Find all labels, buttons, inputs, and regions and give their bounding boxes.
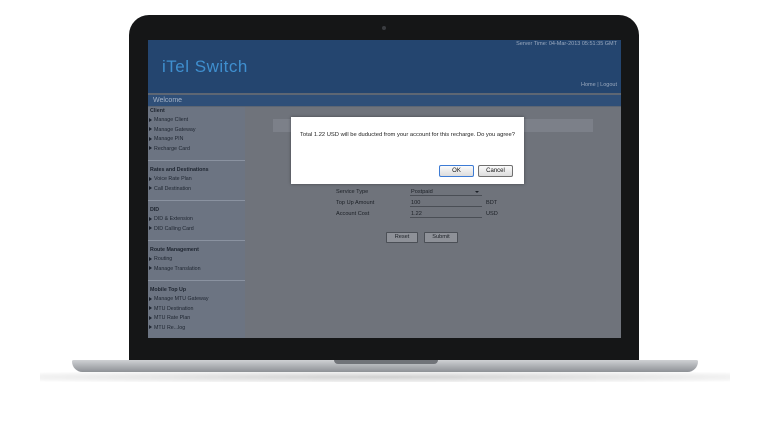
screen: Server Time: 04-Mar-2013 05:51:35 GMT iT… (148, 40, 621, 338)
top-up-amount-input[interactable]: 100 (410, 199, 482, 207)
sidebar-item-mtu-recharge-log[interactable]: MTU Re...log (148, 324, 245, 334)
arrow-right-icon (149, 296, 152, 301)
arrow-right-icon (149, 146, 152, 151)
laptop-notch (334, 360, 438, 364)
sidebar-divider (148, 240, 245, 241)
sidebar-section-rates: Rates and Destinations (150, 167, 209, 173)
app-header: Server Time: 04-Mar-2013 05:51:35 GMT iT… (148, 40, 621, 93)
account-cost-unit: USD (486, 211, 498, 217)
submit-button[interactable]: Submit (424, 232, 458, 243)
camera-icon (382, 26, 386, 30)
arrow-right-icon (149, 315, 152, 320)
sidebar-divider (148, 160, 245, 161)
top-up-amount-unit: BDT (486, 200, 498, 206)
sidebar-item-did-extension[interactable]: DID & Extension (148, 215, 245, 225)
arrow-right-icon (149, 127, 152, 132)
sidebar-section-mobile-top-up: Mobile Top Up (150, 287, 187, 293)
arrow-right-icon (149, 216, 152, 221)
welcome-bar: Welcome (148, 95, 621, 106)
sidebar-item-call-destination[interactable]: Call Destination (148, 185, 245, 195)
service-type-label: Service Type (336, 189, 369, 195)
arrow-right-icon (149, 325, 152, 330)
sidebar-divider (148, 200, 245, 201)
logout-link[interactable]: Logout (600, 82, 617, 88)
reset-button[interactable]: Reset (386, 232, 418, 243)
top-links: Home | Logout (581, 82, 617, 88)
arrow-right-icon (149, 176, 152, 181)
service-type-select[interactable]: Postpaid (410, 188, 482, 196)
sidebar-item-recharge-card[interactable]: Recharge Card (148, 145, 245, 155)
sidebar-item-mtu-rate-plan[interactable]: MTU Rate Plan (148, 314, 245, 324)
top-up-amount-label: Top Up Amount (336, 200, 375, 206)
home-link[interactable]: Home (581, 82, 596, 88)
cancel-button[interactable]: Cancel (478, 165, 513, 177)
arrow-right-icon (149, 186, 152, 191)
account-cost-label: Account Cost (336, 211, 370, 217)
arrow-right-icon (149, 256, 152, 261)
ok-button[interactable]: OK (439, 165, 474, 177)
arrow-right-icon (149, 306, 152, 311)
sidebar-section-route-management: Route Management (150, 247, 199, 253)
sidebar-item-manage-translation[interactable]: Manage Translation (148, 265, 245, 275)
arrow-right-icon (149, 136, 152, 141)
laptop-shadow (40, 372, 730, 382)
account-cost-field: 1.22 (410, 210, 482, 218)
sidebar-item-manage-gateway[interactable]: Manage Gateway (148, 126, 245, 136)
link-separator: | (597, 82, 599, 88)
sidebar-divider (148, 280, 245, 281)
server-time: Server Time: 04-Mar-2013 05:51:35 GMT (516, 41, 617, 47)
chevron-down-icon (475, 191, 479, 193)
sidebar-section-client: Client (150, 108, 165, 114)
sidebar-item-did-calling-card[interactable]: DID Calling Card (148, 225, 245, 235)
sidebar-item-mtu-destination[interactable]: MTU Destination (148, 305, 245, 315)
dialog-message: Total 1.22 USD will be duducted from you… (300, 132, 515, 138)
sidebar-item-manage-client[interactable]: Manage Client (148, 116, 245, 126)
sidebar-item-manage-mtu-gateway[interactable]: Manage MTU Gateway (148, 295, 245, 305)
logo: iTel Switch (162, 57, 248, 76)
sidebar-item-manage-pin[interactable]: Manage PIN (148, 135, 245, 145)
sidebar-item-voice-rate-plan[interactable]: Voice Rate Plan (148, 175, 245, 185)
arrow-right-icon (149, 266, 152, 271)
sidebar-section-did: DID (150, 207, 160, 213)
service-type-value: Postpaid (411, 189, 433, 195)
sidebar: Client Manage Client Manage Gateway Mana… (148, 107, 245, 338)
arrow-right-icon (149, 117, 152, 122)
arrow-right-icon (149, 226, 152, 231)
sidebar-item-routing[interactable]: Routing (148, 255, 245, 265)
confirm-dialog: Total 1.22 USD will be duducted from you… (291, 117, 524, 184)
